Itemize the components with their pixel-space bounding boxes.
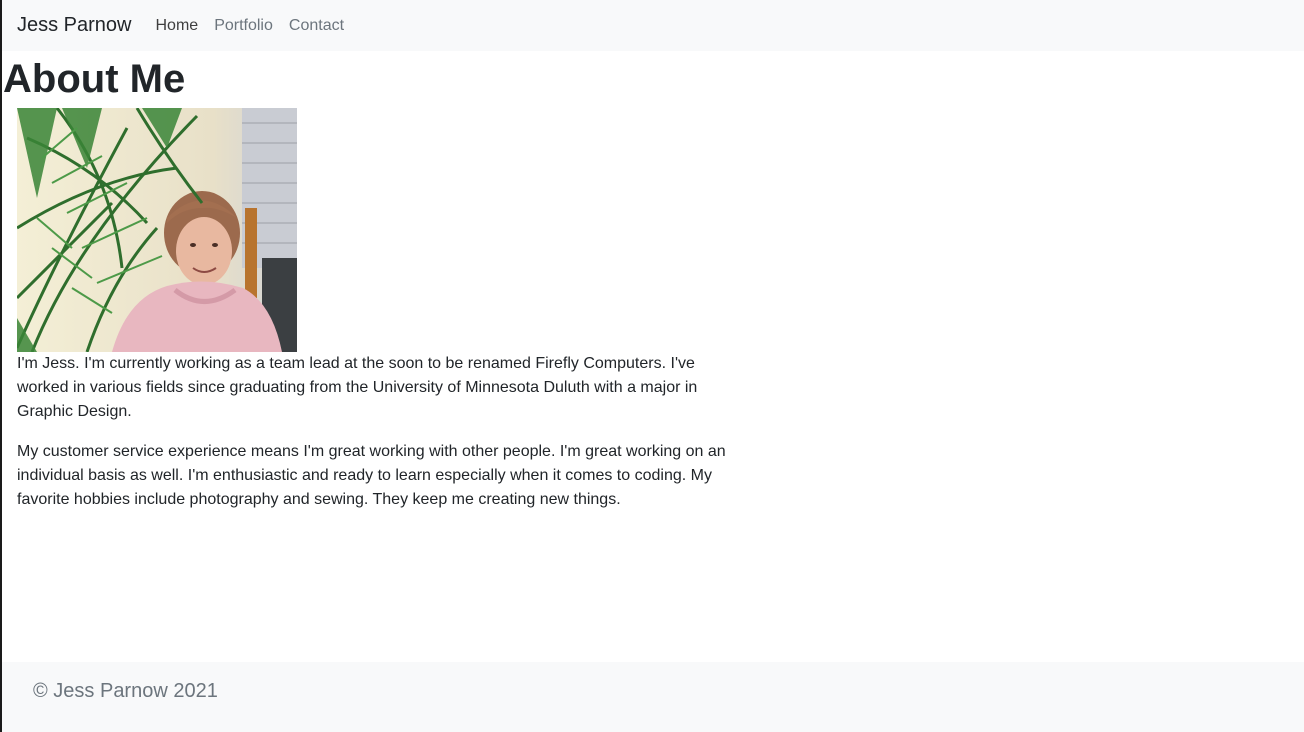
about-paragraph-intro: I'm Jess. I'm currently working as a tea…	[17, 355, 698, 420]
navbar: Jess Parnow Home Portfolio Contact	[2, 0, 1304, 51]
window-edge	[0, 0, 2, 732]
brand-link[interactable]: Jess Parnow	[17, 14, 132, 37]
footer: © Jess Parnow 2021	[2, 662, 1304, 732]
nav-link-contact[interactable]: Contact	[289, 17, 344, 35]
about-paragraph-skills: My customer service experience means I'm…	[17, 443, 726, 508]
profile-photo	[17, 108, 297, 352]
nav-link-home[interactable]: Home	[156, 17, 199, 35]
page-title: About Me	[3, 57, 186, 101]
footer-copyright: © Jess Parnow 2021	[33, 680, 218, 702]
about-content: I'm Jess. I'm currently working as a tea…	[17, 352, 747, 528]
nav-link-portfolio[interactable]: Portfolio	[214, 17, 273, 35]
